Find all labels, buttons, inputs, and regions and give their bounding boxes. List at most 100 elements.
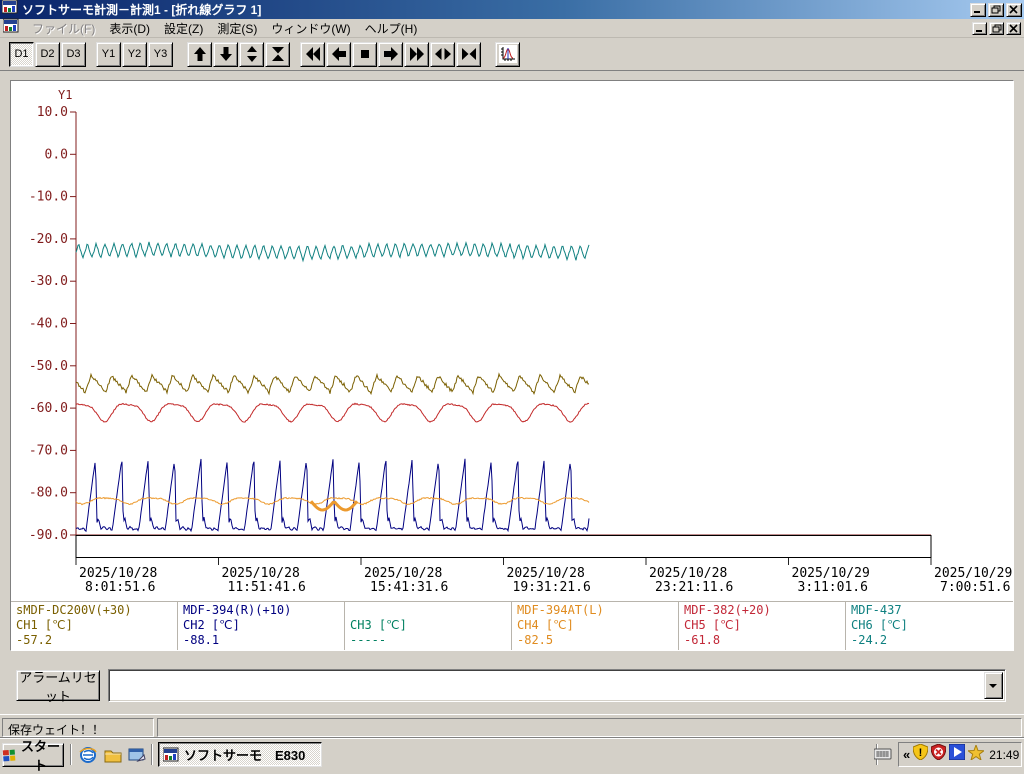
legend-sensor: MDF-394(R)(+10)	[183, 603, 339, 618]
svg-text:11:51:41.6: 11:51:41.6	[228, 580, 306, 595]
legend-cell-ch1: sMDF-DC200V(+30)CH1 [℃]-57.2	[11, 602, 178, 650]
compress-vertical-button[interactable]	[265, 42, 290, 67]
task-button-softthermo[interactable]: ソフトサーモ E830	[158, 742, 322, 767]
d1-button[interactable]: D1	[9, 42, 34, 67]
step-back-button[interactable]	[326, 42, 351, 67]
system-tray: « ! 21:49	[898, 742, 1022, 767]
menu-help[interactable]: ヘルプ(H)	[358, 18, 425, 39]
d2-button[interactable]: D2	[35, 42, 60, 67]
legend-channel: CH3 [℃]	[350, 618, 506, 633]
compress-horizontal-icon	[461, 46, 477, 62]
series-ch1	[76, 374, 589, 394]
legend-value: -88.1	[183, 633, 339, 648]
media-player-icon[interactable]	[949, 744, 965, 765]
alarm-combo-value[interactable]	[112, 673, 982, 698]
taskbar-clock: 21:49	[989, 748, 1019, 762]
start-label: スタート	[18, 736, 63, 774]
keyboard-icon[interactable]	[874, 747, 892, 765]
status-message: 保存ウェイト！！	[2, 718, 154, 737]
step-forward-button[interactable]	[378, 42, 403, 67]
start-button[interactable]: スタート	[2, 743, 64, 767]
svg-text:-60.0: -60.0	[29, 401, 68, 416]
channel-legend: sMDF-DC200V(+30)CH1 [℃]-57.2MDF-394(R)(+…	[11, 601, 1013, 650]
legend-cell-ch5: MDF-382(+20)CH5 [℃]-61.8	[679, 602, 846, 650]
legend-sensor: MDF-382(+20)	[684, 603, 840, 618]
legend-value: -24.2	[851, 633, 1008, 648]
security-alert-icon[interactable]	[931, 744, 946, 765]
show-desktop-icon[interactable]	[127, 745, 147, 765]
combo-dropdown-button[interactable]	[984, 672, 1003, 699]
stop-button[interactable]	[352, 42, 377, 67]
svg-text:0.0: 0.0	[45, 147, 68, 162]
scroll-down-button[interactable]	[213, 42, 238, 67]
internet-explorer-icon[interactable]	[78, 745, 98, 765]
svg-text:7:00:51.6: 7:00:51.6	[940, 580, 1010, 595]
d3-button[interactable]: D3	[61, 42, 86, 67]
svg-text:-70.0: -70.0	[29, 443, 68, 458]
menu-window[interactable]: ウィンドウ(W)	[264, 18, 357, 39]
expand-vertical-icon	[244, 46, 260, 62]
windows-logo-icon	[3, 748, 16, 762]
minimize-button[interactable]	[970, 3, 986, 17]
stop-icon	[357, 46, 373, 62]
compress-horizontal-button[interactable]	[456, 42, 481, 67]
svg-text:23:21:11.6: 23:21:11.6	[655, 580, 733, 595]
legend-sensor: MDF-437	[851, 603, 1008, 618]
y1-button[interactable]: Y1	[96, 42, 121, 67]
star-icon[interactable]	[968, 745, 984, 765]
line-chart: Y110.00.0-10.0-20.0-30.0-40.0-50.0-60.0-…	[11, 81, 1013, 600]
fast-forward-button[interactable]	[404, 42, 429, 67]
series-ch6	[76, 242, 589, 261]
svg-text:2025/10/29: 2025/10/29	[792, 566, 870, 581]
down-arrow-icon	[218, 46, 234, 62]
svg-text:-20.0: -20.0	[29, 232, 68, 247]
svg-text:2025/10/28: 2025/10/28	[649, 566, 727, 581]
close-button[interactable]	[1006, 3, 1022, 17]
svg-text:8:01:51.6: 8:01:51.6	[85, 580, 155, 595]
graph-window-client: Y110.00.0-10.0-20.0-30.0-40.0-50.0-60.0-…	[0, 71, 1024, 714]
svg-text:-40.0: -40.0	[29, 317, 68, 332]
menu-bar: ファイル(F) 表示(D) 設定(Z) 測定(S) ウィンドウ(W) ヘルプ(H…	[0, 19, 1024, 38]
double-right-icon	[409, 46, 425, 62]
y3-button[interactable]: Y3	[148, 42, 173, 67]
svg-text:-80.0: -80.0	[29, 486, 68, 501]
alarm-combobox[interactable]	[108, 669, 1006, 702]
expand-vertical-button[interactable]	[239, 42, 264, 67]
tray-chevron[interactable]: «	[903, 747, 910, 762]
folder-icon[interactable]	[103, 745, 123, 765]
legend-cell-ch3: CH3 [℃]-----	[345, 602, 512, 650]
child-restore-button[interactable]	[989, 22, 1004, 35]
legend-value: -61.8	[684, 633, 840, 648]
series-ch5	[76, 403, 589, 422]
legend-sensor: sMDF-DC200V(+30)	[16, 603, 172, 618]
child-minimize-button[interactable]	[972, 22, 987, 35]
scroll-up-button[interactable]	[187, 42, 212, 67]
document-icon	[3, 18, 19, 39]
restore-button[interactable]	[988, 3, 1004, 17]
svg-text:-90.0: -90.0	[29, 528, 68, 543]
chevron-down-icon	[989, 683, 998, 689]
y2-button[interactable]: Y2	[122, 42, 147, 67]
legend-value: -57.2	[16, 633, 172, 648]
legend-value: -82.5	[517, 633, 673, 648]
menu-file[interactable]: ファイル(F)	[25, 18, 102, 39]
left-arrow-icon	[331, 46, 347, 62]
expand-horizontal-button[interactable]	[430, 42, 455, 67]
menu-settings[interactable]: 設定(Z)	[157, 18, 210, 39]
child-close-button[interactable]	[1006, 22, 1021, 35]
window-title: ソフトサーモ計測－計測1 - [折れ線グラフ 1]	[22, 1, 970, 18]
fast-rewind-button[interactable]	[300, 42, 325, 67]
graph-settings-button[interactable]	[495, 42, 520, 67]
legend-cell-ch2: MDF-394(R)(+10)CH2 [℃]-88.1	[178, 602, 345, 650]
svg-text:!: !	[919, 747, 923, 759]
svg-text:-50.0: -50.0	[29, 359, 68, 374]
legend-cell-ch6: MDF-437CH6 [℃]-24.2	[846, 602, 1013, 650]
security-warning-icon[interactable]: !	[913, 744, 928, 765]
legend-cell-ch4: MDF-394AT(L)CH4 [℃]-82.5	[512, 602, 679, 650]
legend-channel: CH5 [℃]	[684, 618, 840, 633]
menu-view[interactable]: 表示(D)	[102, 18, 157, 39]
menu-measure[interactable]: 測定(S)	[210, 18, 264, 39]
legend-value: -----	[350, 633, 506, 648]
alarm-reset-button[interactable]: アラームリセット	[16, 670, 100, 701]
svg-text:3:11:01.6: 3:11:01.6	[798, 580, 868, 595]
